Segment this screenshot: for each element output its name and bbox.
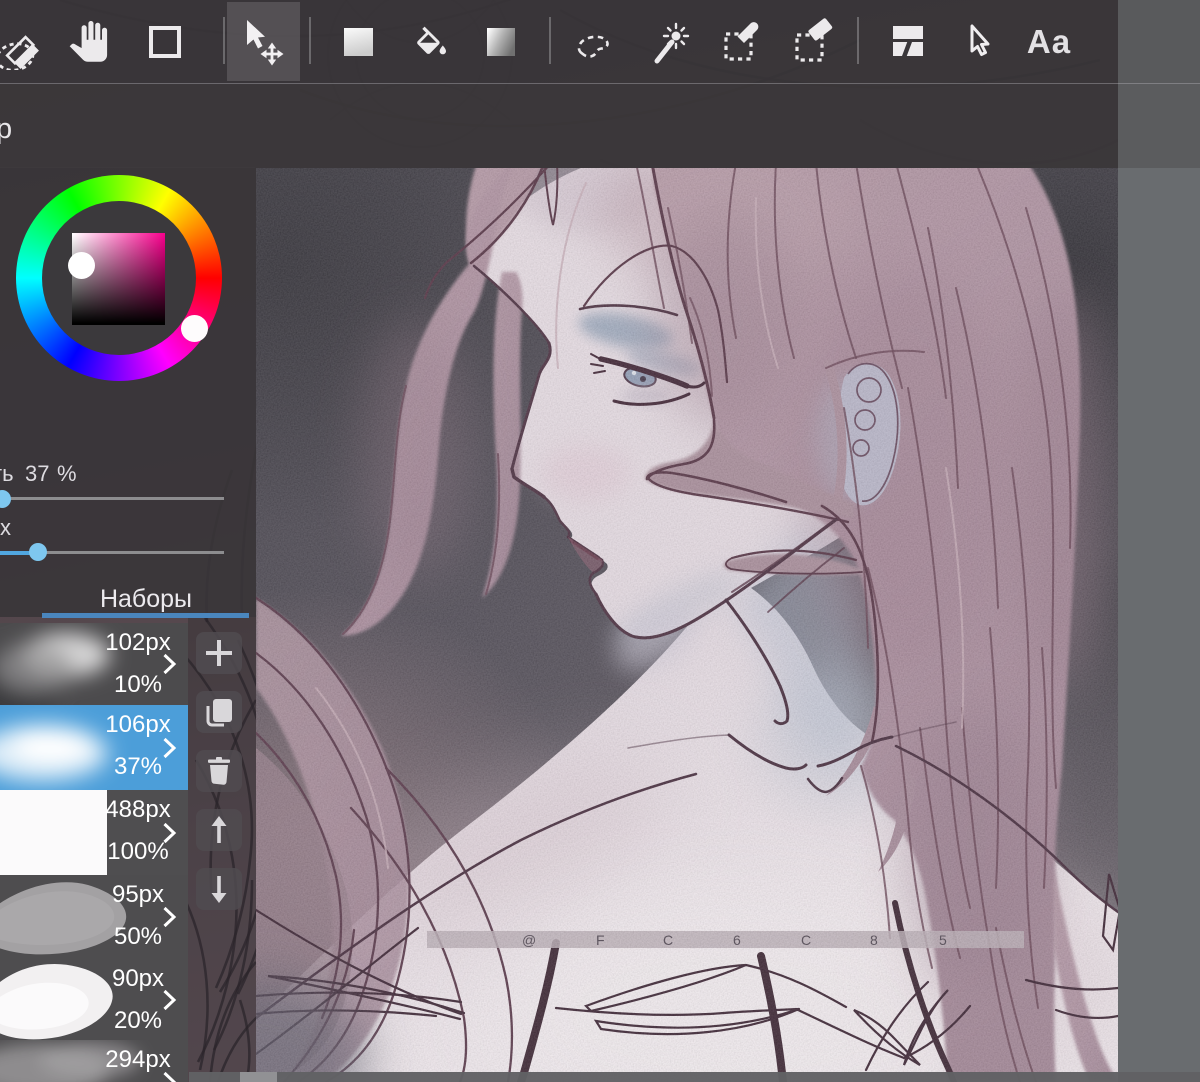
- rect-select-icon: [149, 26, 181, 58]
- size-label: х: [0, 515, 11, 540]
- brush-move-up-button[interactable]: [196, 809, 242, 851]
- chevron-right-icon: [162, 705, 177, 790]
- toolbar-divider: [223, 17, 225, 64]
- opacity-value: 37: [25, 461, 50, 486]
- sv-handle[interactable]: [68, 252, 95, 279]
- magic-wand-icon: [654, 22, 690, 64]
- hand-icon: [69, 21, 108, 62]
- tool-select-eraser[interactable]: [784, 8, 840, 76]
- tool-magic-wand[interactable]: [644, 8, 700, 76]
- toolbar: Aa: [0, 0, 1118, 84]
- tool-fill-rect[interactable]: [330, 8, 386, 76]
- brush-row[interactable]: 102px 10%: [0, 623, 188, 705]
- brush-row-selected[interactable]: 106px 37%: [0, 705, 188, 790]
- workspace-right-mid: [1118, 84, 1200, 168]
- tool-select-pen[interactable]: [713, 8, 769, 76]
- opacity-label: ть: [0, 461, 14, 486]
- tool-rect-select[interactable]: [137, 8, 193, 76]
- select-pen-icon: [724, 22, 759, 61]
- plus-icon: [206, 640, 232, 666]
- opacity-unit: %: [57, 461, 77, 486]
- partial-label: p: [0, 113, 13, 145]
- pointer-icon: [970, 24, 990, 56]
- chevron-right-icon: [162, 959, 177, 1040]
- brush-row[interactable]: 90px 20%: [0, 959, 188, 1040]
- toolbar-divider: [857, 17, 859, 64]
- brush-duplicate-button[interactable]: [196, 691, 242, 733]
- toolbar-divider-line: [0, 83, 1200, 84]
- horizontal-scrollbar[interactable]: [189, 1072, 1200, 1082]
- paint-app: Aa p ть 37 % х Набо: [0, 0, 1200, 1082]
- chevron-right-icon: [162, 875, 177, 959]
- tool-split-view[interactable]: [880, 8, 936, 76]
- chevron-right-icon: [162, 1040, 177, 1082]
- tool-gradient[interactable]: [473, 8, 529, 76]
- workspace-right-top: [1118, 0, 1200, 84]
- deselect-eraser-icon: [0, 35, 39, 70]
- brush-delete-button[interactable]: [196, 750, 242, 792]
- move-icon: [247, 20, 284, 66]
- tab-presets[interactable]: Наборы: [18, 585, 274, 614]
- secondary-bar: p: [0, 84, 1118, 168]
- gradient-icon: [487, 28, 515, 56]
- workspace-right: [1118, 168, 1200, 1082]
- brush-row[interactable]: 488px 100%: [0, 790, 188, 875]
- scrollbar-thumb[interactable]: [240, 1072, 277, 1082]
- tool-bucket-fill[interactable]: [400, 8, 456, 76]
- tool-move[interactable]: [235, 8, 291, 76]
- fill-rect-icon: [344, 28, 373, 56]
- chevron-right-icon: [162, 790, 177, 875]
- trash-icon: [208, 757, 230, 785]
- bucket-fill-icon: [417, 26, 446, 55]
- size-slider-handle[interactable]: [29, 543, 47, 561]
- select-eraser-icon: [795, 18, 833, 62]
- tool-text[interactable]: Aa: [1018, 8, 1080, 76]
- brush-move-down-button[interactable]: [196, 868, 242, 910]
- tab-underline: [42, 613, 249, 618]
- text-tool-icon: Aa: [1026, 23, 1072, 60]
- tool-lasso-select[interactable]: [568, 8, 624, 76]
- saturation-value-square[interactable]: [72, 233, 165, 325]
- size-slider-track[interactable]: [38, 551, 224, 554]
- toolbar-divider: [549, 17, 551, 64]
- opacity-slider-track[interactable]: [0, 497, 224, 500]
- split-view-icon: [893, 26, 923, 58]
- brush-add-button[interactable]: [196, 632, 242, 674]
- drawing-canvas[interactable]: @ F C 6 C 8 5: [1, 0, 1200, 1082]
- brush-list: 102px 10% 106px 37% 488px 100% 95px 50% …: [0, 623, 188, 1082]
- chevron-right-icon: [162, 623, 177, 705]
- duplicate-icon: [206, 699, 232, 727]
- toolbar-divider: [309, 17, 311, 64]
- hue-handle[interactable]: [181, 315, 208, 342]
- arrow-down-icon: [211, 876, 227, 903]
- lasso-select-icon: [577, 35, 609, 58]
- tool-deselect-eraser[interactable]: [0, 8, 50, 76]
- tool-hand[interactable]: [60, 8, 116, 76]
- arrow-up-icon: [211, 816, 227, 843]
- brush-row[interactable]: 294px: [0, 1040, 188, 1082]
- artwork: @ F C 6 C 8 5: [1, 0, 1200, 1082]
- tool-pointer[interactable]: [951, 8, 1007, 76]
- brush-row[interactable]: 95px 50%: [0, 875, 188, 959]
- color-brush-panel: ть 37 % х Наборы: [0, 167, 256, 1082]
